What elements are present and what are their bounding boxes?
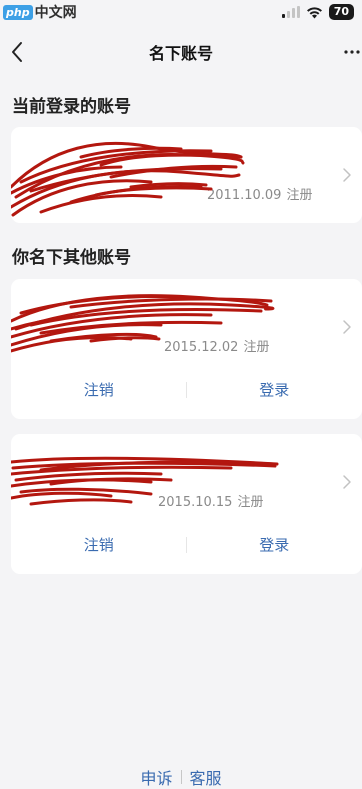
wifi-icon (306, 6, 322, 18)
current-account-info[interactable]: 2011.10.09 注册 (11, 127, 362, 223)
redaction-scribble (11, 141, 245, 217)
login-button[interactable]: 登录 (187, 530, 362, 574)
register-label: 注册 (237, 495, 264, 510)
account-actions: 注销 登录 (11, 375, 362, 419)
navigation-bar: 名下账号 (0, 34, 362, 70)
current-account-card[interactable]: 2011.10.09 注册 (11, 127, 362, 223)
register-label: 注册 (286, 188, 313, 203)
action-divider (186, 537, 187, 553)
login-button[interactable]: 登录 (187, 375, 362, 419)
appeal-link[interactable]: 申诉 (132, 765, 180, 789)
watermark-logo: php 中文网 (3, 3, 77, 21)
redaction-scribble (11, 456, 279, 506)
status-bar: php 中文网 70 (0, 0, 362, 30)
watermark-brand: php (3, 4, 33, 20)
watermark-cn: 中文网 (34, 5, 77, 21)
chevron-right-icon (343, 320, 351, 334)
redaction-scribble (11, 294, 275, 353)
cancel-account-button[interactable]: 注销 (11, 375, 187, 419)
more-options-icon[interactable] (342, 44, 362, 60)
register-date-value: 2011.10.09 (207, 188, 282, 203)
other-account-card: 2015.12.02 注册 注销 登录 (11, 279, 362, 419)
cancel-account-button[interactable]: 注销 (11, 530, 187, 574)
account-actions: 注销 登录 (11, 530, 362, 574)
footer-links: 申诉 客服 (0, 765, 362, 789)
current-account-heading: 当前登录的账号 (12, 97, 131, 117)
other-accounts-heading: 你名下其他账号 (12, 248, 131, 268)
register-date: 2015.10.15 注册 (158, 491, 263, 510)
page-title: 名下账号 (148, 44, 213, 63)
register-date-value: 2015.10.15 (158, 495, 233, 510)
battery-indicator: 70 (328, 4, 354, 20)
register-date: 2015.12.02 注册 (164, 336, 269, 355)
chevron-right-icon (343, 168, 351, 182)
other-account-card: 2015.10.15 注册 注销 登录 (11, 434, 362, 574)
customer-service-link[interactable]: 客服 (182, 765, 230, 789)
action-divider (186, 382, 187, 398)
other-account-info[interactable]: 2015.12.02 注册 (11, 279, 362, 375)
register-label: 注册 (243, 340, 270, 355)
status-indicators: 70 (281, 3, 354, 21)
register-date: 2011.10.09 注册 (207, 184, 312, 203)
other-account-info[interactable]: 2015.10.15 注册 (11, 434, 362, 530)
page: php 中文网 70 名下账号 当前登录的账号 2011.10.09 注册 你名… (0, 0, 362, 789)
register-date-value: 2015.12.02 (164, 340, 239, 355)
chevron-right-icon (343, 475, 351, 489)
signal-icon (281, 6, 300, 18)
